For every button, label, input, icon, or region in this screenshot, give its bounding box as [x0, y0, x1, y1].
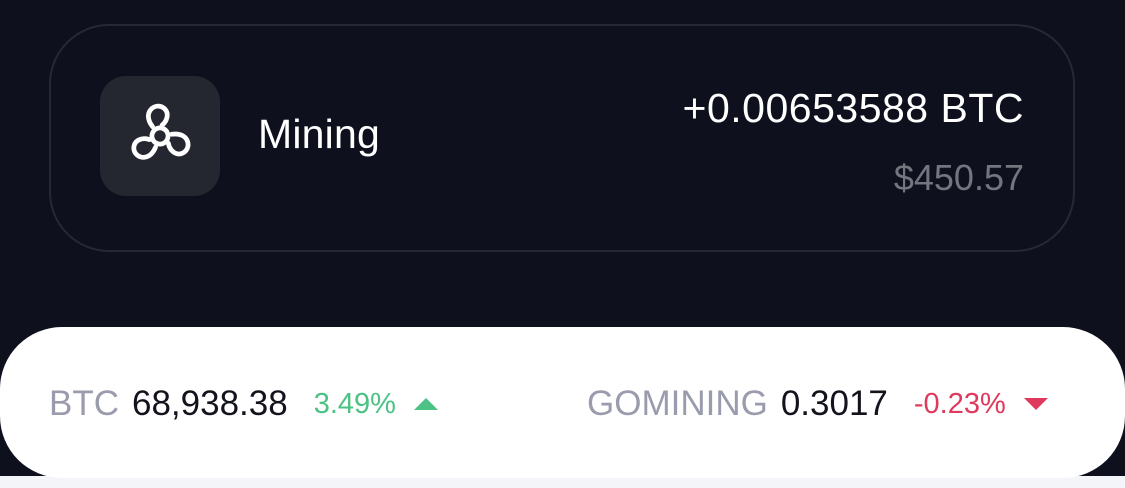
ticker-price: 0.3017: [780, 384, 888, 423]
ticker-change: -0.23%: [913, 387, 1006, 420]
ticker-symbol: GOMINING: [587, 384, 768, 423]
fan-icon: [131, 103, 191, 160]
ticker-btc[interactable]: BTC 68,938.38 3.49%: [49, 381, 438, 427]
mining-btc-amount: +0.00653588 BTC: [682, 85, 1024, 131]
ticker-gomining[interactable]: GOMINING 0.3017 -0.23%: [587, 381, 1048, 427]
mining-icon-tile: [100, 76, 220, 196]
ticker-change: 3.49%: [313, 387, 396, 420]
mining-card[interactable]: Mining +0.00653588 BTC $450.57: [49, 24, 1075, 252]
ticker-price: 68,938.38: [132, 384, 288, 423]
mining-label: Mining: [258, 111, 380, 157]
triangle-down-icon: [1023, 398, 1048, 410]
triangle-up-icon: [413, 398, 438, 410]
mining-usd-value: $450.57: [893, 157, 1024, 198]
ticker-symbol: BTC: [49, 384, 119, 423]
price-ticker-bar: BTC 68,938.38 3.49% GOMINING 0.3017 -0.2…: [0, 327, 1125, 478]
